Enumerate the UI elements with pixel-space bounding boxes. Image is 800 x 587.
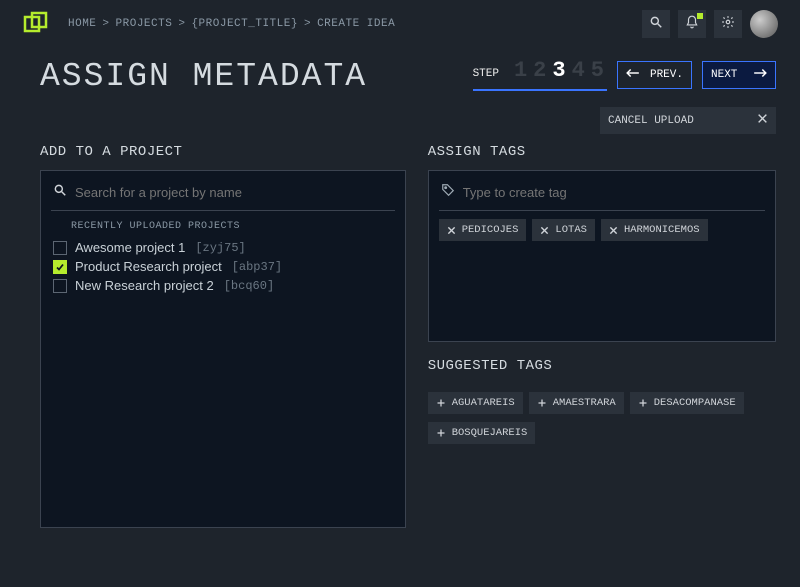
- plus-icon: [537, 398, 547, 408]
- project-code: [bcq60]: [224, 279, 274, 293]
- project-item[interactable]: Awesome project 1 [zyj75]: [51, 238, 395, 257]
- tag-chip[interactable]: PEDICOJES: [439, 219, 527, 241]
- checkbox[interactable]: [53, 260, 67, 274]
- suggested-tags-heading: SUGGESTED TAGS: [428, 358, 776, 374]
- next-label: NEXT: [711, 69, 737, 81]
- close-icon: [447, 226, 456, 235]
- assign-tags-column: ASSIGN TAGS PEDICOJES LOTAS HARMONICEMOS S…: [428, 144, 776, 528]
- tag-label: LOTAS: [555, 224, 587, 236]
- suggested-tags-list: AGUATAREIS AMAESTRARA DESACOMPANASE BOSQUEJ…: [428, 384, 776, 444]
- step-number: 5: [591, 58, 604, 83]
- recent-projects-heading: RECENTLY UPLOADED PROJECTS: [71, 221, 395, 232]
- project-panel: RECENTLY UPLOADED PROJECTS Awesome proje…: [40, 170, 406, 528]
- settings-button[interactable]: [714, 10, 742, 38]
- tag-icon: [441, 183, 455, 202]
- project-code: [abp37]: [232, 260, 282, 274]
- tag-input-row: [439, 179, 765, 211]
- project-search-row: [51, 179, 395, 211]
- step-label: STEP: [473, 68, 499, 80]
- step-number: 2: [533, 58, 546, 83]
- project-item[interactable]: New Research project 2 [bcq60]: [51, 276, 395, 295]
- main-columns: ADD TO A PROJECT RECENTLY UPLOADED PROJE…: [0, 144, 800, 552]
- step-number: 1: [514, 58, 527, 83]
- topbar: HOME > PROJECTS > {PROJECT_TITLE} > CREA…: [0, 0, 800, 44]
- project-search-input[interactable]: [75, 185, 393, 200]
- stepper: STEP 1 2 3 4 5: [473, 58, 607, 91]
- cancel-bar: CANCEL UPLOAD: [0, 107, 800, 144]
- prev-label: PREV.: [650, 69, 683, 81]
- suggested-tag-label: BOSQUEJAREIS: [452, 427, 528, 439]
- tag-chip[interactable]: HARMONICEMOS: [601, 219, 708, 241]
- suggested-tag-chip[interactable]: AGUATAREIS: [428, 392, 523, 414]
- arrow-left-icon: [626, 68, 640, 82]
- plus-icon: [638, 398, 648, 408]
- page-title: ASSIGN METADATA: [40, 58, 367, 95]
- tags-panel: PEDICOJES LOTAS HARMONICEMOS: [428, 170, 776, 342]
- notification-dot-icon: [697, 13, 703, 19]
- step-number: 4: [572, 58, 585, 83]
- projects-list: Awesome project 1 [zyj75] Product Research…: [51, 238, 395, 295]
- suggested-tag-chip[interactable]: DESACOMPANASE: [630, 392, 744, 414]
- assign-tags-heading: ASSIGN TAGS: [428, 144, 776, 160]
- suggested-tag-label: AMAESTRARA: [553, 397, 616, 409]
- logo-icon[interactable]: [22, 10, 50, 38]
- checkbox[interactable]: [53, 241, 67, 255]
- top-right: [642, 10, 778, 38]
- breadcrumb-item[interactable]: HOME: [68, 18, 96, 30]
- tag-label: HARMONICEMOS: [624, 224, 700, 236]
- search-button[interactable]: [642, 10, 670, 38]
- project-name: New Research project 2: [75, 278, 214, 293]
- project-code: [zyj75]: [195, 241, 245, 255]
- checkbox[interactable]: [53, 279, 67, 293]
- avatar[interactable]: [750, 10, 778, 38]
- breadcrumb-item[interactable]: {PROJECT_TITLE}: [191, 18, 298, 30]
- add-to-project-heading: ADD TO A PROJECT: [40, 144, 406, 160]
- search-icon: [53, 183, 67, 202]
- close-icon: [757, 113, 768, 128]
- suggested-tag-label: AGUATAREIS: [452, 397, 515, 409]
- project-name: Product Research project: [75, 259, 222, 274]
- breadcrumb: HOME > PROJECTS > {PROJECT_TITLE} > CREA…: [68, 18, 395, 30]
- project-name: Awesome project 1: [75, 240, 185, 255]
- cancel-upload-button[interactable]: CANCEL UPLOAD: [600, 107, 776, 134]
- plus-icon: [436, 398, 446, 408]
- step-nav: STEP 1 2 3 4 5 PREV. NEXT: [473, 58, 776, 91]
- tag-chip[interactable]: LOTAS: [532, 219, 595, 241]
- project-item[interactable]: Product Research project [abp37]: [51, 257, 395, 276]
- cancel-upload-label: CANCEL UPLOAD: [608, 115, 694, 127]
- breadcrumb-item[interactable]: PROJECTS: [116, 18, 173, 30]
- search-icon: [649, 15, 663, 34]
- prev-button[interactable]: PREV.: [617, 61, 692, 89]
- add-to-project-column: ADD TO A PROJECT RECENTLY UPLOADED PROJE…: [40, 144, 406, 528]
- tag-label: PEDICOJES: [462, 224, 519, 236]
- close-icon: [540, 226, 549, 235]
- notifications-button[interactable]: [678, 10, 706, 38]
- step-number-current: 3: [552, 58, 565, 83]
- suggested-tag-chip[interactable]: BOSQUEJAREIS: [428, 422, 536, 444]
- next-button[interactable]: NEXT: [702, 61, 776, 89]
- close-icon: [609, 226, 618, 235]
- arrow-right-icon: [753, 68, 767, 82]
- gear-icon: [721, 15, 735, 34]
- header-row: ASSIGN METADATA STEP 1 2 3 4 5 PREV. NEX…: [0, 44, 800, 107]
- breadcrumb-item: CREATE IDEA: [317, 18, 395, 30]
- plus-icon: [436, 428, 446, 438]
- assigned-tags-list: PEDICOJES LOTAS HARMONICEMOS: [439, 211, 765, 241]
- tag-input[interactable]: [463, 185, 763, 200]
- suggested-tags-block: SUGGESTED TAGS AGUATAREIS AMAESTRARA DESAC…: [428, 358, 776, 444]
- suggested-tag-chip[interactable]: AMAESTRARA: [529, 392, 624, 414]
- suggested-tag-label: DESACOMPANASE: [654, 397, 736, 409]
- logo-wrap: HOME > PROJECTS > {PROJECT_TITLE} > CREA…: [22, 10, 395, 38]
